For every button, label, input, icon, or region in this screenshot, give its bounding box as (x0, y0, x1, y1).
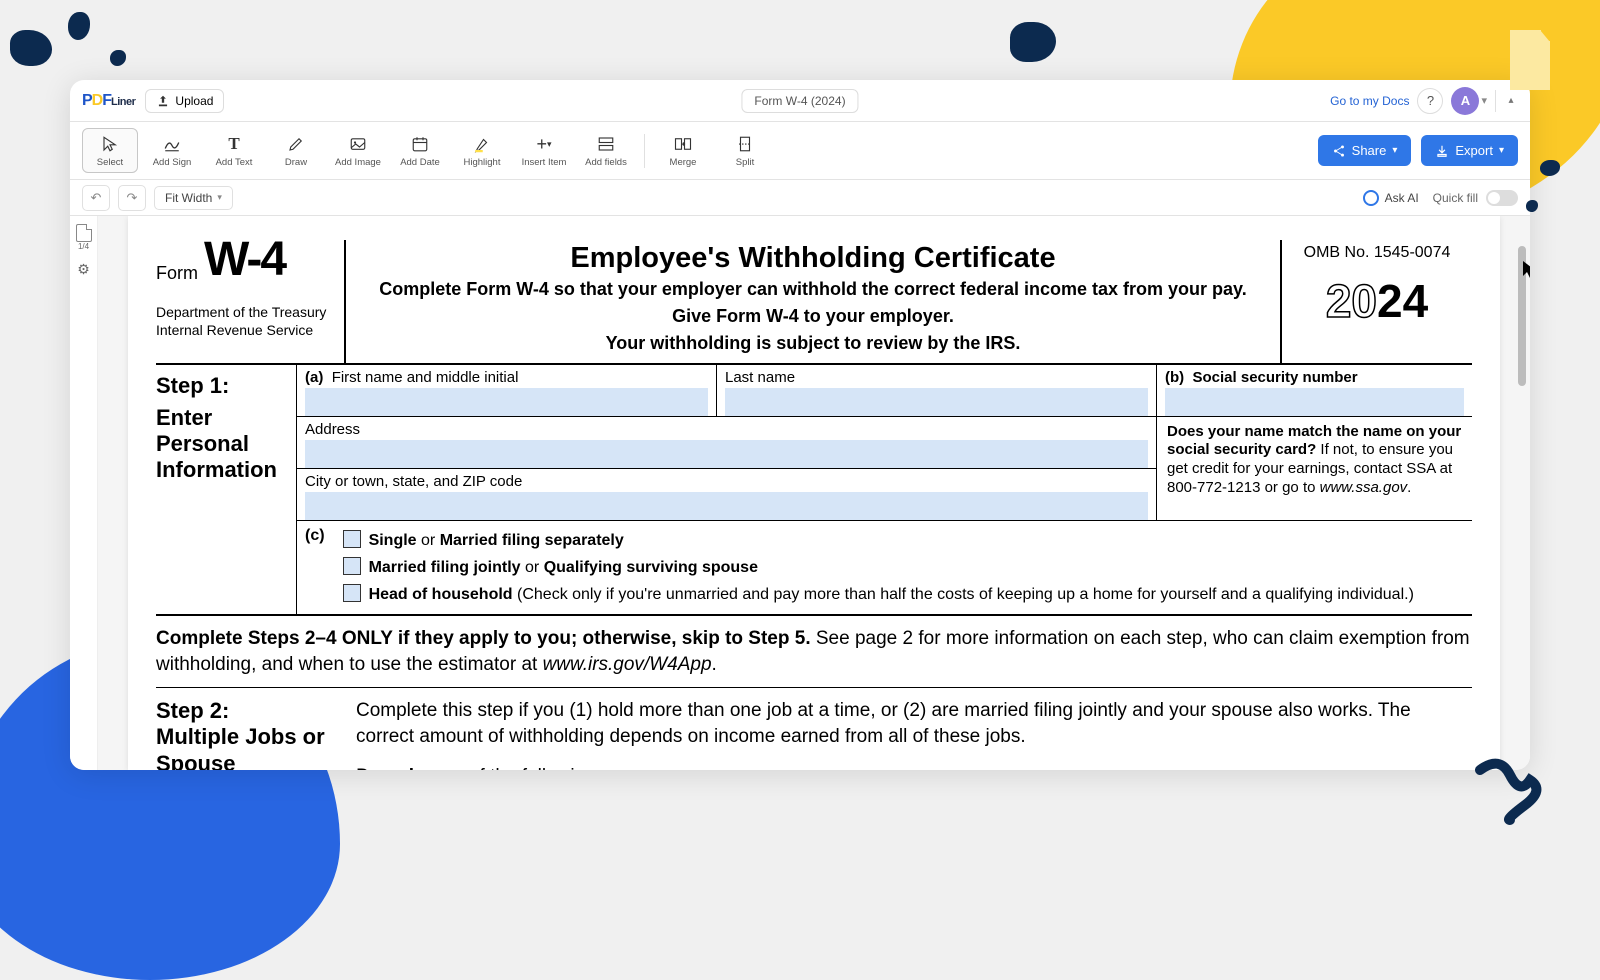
ssn-question: Does your name match the name on your so… (1156, 417, 1472, 520)
step-1: Step 1: Enter Personal Information (a) F… (156, 365, 1472, 617)
pencil-icon (287, 133, 305, 155)
plus-icon: + ▾ (536, 133, 551, 155)
pdf-hint-icon (1500, 20, 1560, 100)
divider (1495, 90, 1496, 112)
ink-splat (68, 12, 90, 40)
input-city-state-zip[interactable] (305, 492, 1148, 520)
share-button[interactable]: Share ▾ (1318, 135, 1412, 166)
undo-button[interactable]: ↶ (82, 185, 110, 211)
tool-add-sign[interactable]: Add Sign (144, 128, 200, 173)
input-first-name[interactable] (305, 388, 708, 416)
zoom-fit-select[interactable]: Fit Width▾ (154, 186, 233, 210)
tool-select[interactable]: Select (82, 128, 138, 173)
secondary-bar: ↶ ↷ Fit Width▾ Ask AI Quick fill (70, 180, 1530, 216)
undo-icon: ↶ (91, 190, 102, 206)
ink-splat (1526, 200, 1538, 212)
toggle-switch[interactable] (1486, 190, 1518, 206)
form-header-center: Employee's Withholding Certificate Compl… (346, 240, 1282, 363)
chevron-down-icon: ▾ (1392, 145, 1397, 156)
tool-draw[interactable]: Draw (268, 128, 324, 173)
upload-label: Upload (175, 94, 213, 108)
go-to-docs-link[interactable]: Go to my Docs (1330, 94, 1409, 108)
document-page: Form W-4 Department of the TreasuryInter… (128, 216, 1500, 770)
checkbox-hoh[interactable] (343, 584, 361, 602)
signature-icon (163, 133, 181, 155)
tool-add-fields[interactable]: Add fields (578, 128, 634, 173)
form-title: Employee's Withholding Certificate (358, 242, 1268, 275)
work-area: 1/4 ⚙ Form W-4 Department of the Treasur… (70, 216, 1530, 770)
redo-button[interactable]: ↷ (118, 185, 146, 211)
merge-icon (673, 133, 693, 155)
tool-add-text[interactable]: T Add Text (206, 128, 262, 173)
chevron-down-icon: ▾ (1499, 145, 1504, 156)
avatar[interactable]: A (1451, 87, 1479, 115)
form-code: W-4 (204, 236, 285, 284)
form-header-right: OMB No. 1545-0074 2024 (1282, 240, 1472, 363)
ink-splat (1010, 22, 1056, 62)
tool-merge[interactable]: Merge (655, 128, 711, 173)
toolbar: Select Add Sign T Add Text Draw Add Imag… (70, 122, 1530, 180)
help-button[interactable]: ? (1417, 88, 1443, 114)
scrollbar[interactable] (1516, 216, 1528, 770)
step-2: Step 2: Multiple Jobs or Spouse Complete… (156, 688, 1472, 770)
tool-insert-item[interactable]: + ▾ Insert Item (516, 128, 572, 173)
page-thumb[interactable]: 1/4 (76, 224, 92, 251)
tool-highlight[interactable]: Highlight (454, 128, 510, 173)
squiggle-icon (1470, 750, 1550, 830)
share-icon (1332, 144, 1346, 158)
page-icon (76, 224, 92, 242)
checkbox-married-joint[interactable] (343, 557, 361, 575)
chevron-down-icon[interactable]: ▾ (1481, 94, 1487, 107)
ink-splat (110, 50, 126, 66)
left-sidebar: 1/4 ⚙ (70, 216, 98, 770)
chevron-down-icon: ▾ (217, 192, 222, 203)
logo[interactable]: PDFLiner (82, 92, 135, 110)
cursor-icon (101, 133, 119, 155)
ai-icon (1363, 190, 1379, 206)
tool-add-date[interactable]: Add Date (392, 128, 448, 173)
calendar-icon (411, 133, 429, 155)
download-icon (1435, 144, 1449, 158)
app-window: PDFLiner Upload Form W-4 (2024) Go to my… (70, 80, 1530, 770)
divider (644, 134, 645, 168)
cursor-arrow-icon (1522, 260, 1530, 280)
form-header: Form W-4 Department of the TreasuryInter… (156, 240, 1472, 365)
ink-splat (10, 30, 52, 66)
text-icon: T (228, 133, 239, 155)
upload-icon (156, 94, 170, 108)
image-icon (349, 133, 367, 155)
input-address[interactable] (305, 440, 1148, 468)
input-ssn[interactable] (1165, 388, 1464, 416)
highlighter-icon (473, 133, 491, 155)
upload-button[interactable]: Upload (145, 89, 224, 113)
step1-footer-text: Complete Steps 2–4 ONLY if they apply to… (156, 616, 1472, 688)
form-year: 2024 (1290, 274, 1464, 328)
tool-add-image[interactable]: Add Image (330, 128, 386, 173)
ink-splat (1540, 160, 1560, 176)
quick-fill-toggle: Quick fill (1433, 190, 1518, 206)
ask-ai-button[interactable]: Ask AI (1363, 190, 1419, 206)
checkbox-single[interactable] (343, 530, 361, 548)
export-button[interactable]: Export ▾ (1421, 135, 1518, 166)
input-last-name[interactable] (725, 388, 1148, 416)
fields-icon (597, 133, 615, 155)
top-bar: PDFLiner Upload Form W-4 (2024) Go to my… (70, 80, 1530, 122)
tool-split[interactable]: Split (717, 128, 773, 173)
document-title-pill[interactable]: Form W-4 (2024) (741, 89, 858, 113)
split-icon (736, 133, 754, 155)
document-viewport[interactable]: Form W-4 Department of the TreasuryInter… (98, 216, 1530, 770)
redo-icon: ↷ (127, 190, 138, 206)
settings-button[interactable]: ⚙ (77, 261, 90, 278)
gear-icon: ⚙ (77, 261, 90, 277)
form-header-left: Form W-4 Department of the TreasuryInter… (156, 240, 346, 363)
